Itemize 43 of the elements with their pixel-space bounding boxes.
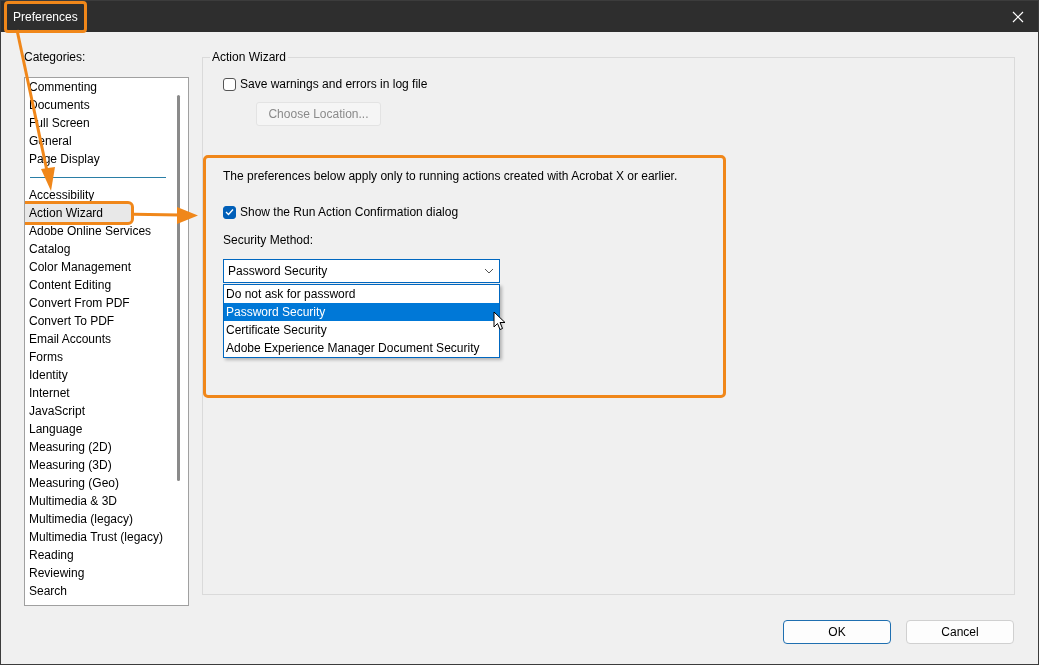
list-item[interactable]: Measuring (3D) — [25, 456, 171, 474]
list-item[interactable]: Accessibility — [25, 186, 171, 204]
list-item[interactable]: Email Accounts — [25, 330, 171, 348]
list-item[interactable]: Convert From PDF — [25, 294, 171, 312]
list-item[interactable]: Measuring (Geo) — [25, 474, 171, 492]
list-item[interactable]: Multimedia Trust (legacy) — [25, 528, 171, 546]
cancel-button[interactable]: Cancel — [906, 620, 1014, 644]
dropdown-option[interactable]: Password Security — [224, 303, 499, 321]
list-item[interactable]: Reviewing — [25, 564, 171, 582]
ok-button[interactable]: OK — [783, 620, 891, 644]
checkbox[interactable] — [223, 77, 236, 91]
list-item[interactable]: Multimedia & 3D — [25, 492, 171, 510]
checkmark-icon — [225, 208, 234, 216]
list-item[interactable]: Color Management — [25, 258, 171, 276]
scrollbar[interactable] — [177, 95, 180, 481]
list-item[interactable]: Action Wizard — [25, 204, 131, 222]
window-title: Preferences — [4, 0, 87, 33]
note-text: The preferences below apply only to running actions created with Acrobat X or earlier. — [223, 169, 679, 183]
dropdown[interactable]: Password Security — [223, 259, 500, 283]
list-item[interactable]: Convert To PDF — [25, 312, 171, 330]
list-item[interactable]: Language — [25, 420, 171, 438]
checkbox-label[interactable]: Save warnings and errors in log file — [240, 77, 428, 91]
list-item[interactable]: Search — [25, 582, 171, 600]
categories-label: Categories: — [24, 50, 87, 64]
list-item[interactable]: Forms — [25, 348, 171, 366]
list-item[interactable]: Reading — [25, 546, 171, 564]
checkbox-label[interactable]: Show the Run Action Confirmation dialog — [240, 205, 459, 219]
group-title: Action Wizard — [211, 50, 288, 64]
list-item[interactable]: Content Editing — [25, 276, 171, 294]
list-item[interactable]: Adobe Online Services — [25, 222, 171, 240]
list-item[interactable]: JavaScript — [25, 402, 171, 420]
list-item[interactable]: Multimedia (legacy) — [25, 510, 171, 528]
security-method-label: Security Method: — [223, 233, 315, 247]
close-icon — [1012, 10, 1024, 23]
chevron-down-icon — [484, 268, 494, 274]
dropdown-option[interactable]: Do not ask for password — [224, 285, 499, 303]
list-item[interactable]: Identity — [25, 366, 171, 384]
list-item[interactable]: Commenting — [25, 78, 171, 96]
list-item[interactable]: Catalog — [25, 240, 171, 258]
list-item[interactable]: Measuring (2D) — [25, 438, 171, 456]
list-item[interactable]: Internet — [25, 384, 171, 402]
checkbox[interactable] — [223, 205, 236, 219]
dropdown-option[interactable]: Adobe Experience Manager Document Security — [224, 339, 499, 357]
